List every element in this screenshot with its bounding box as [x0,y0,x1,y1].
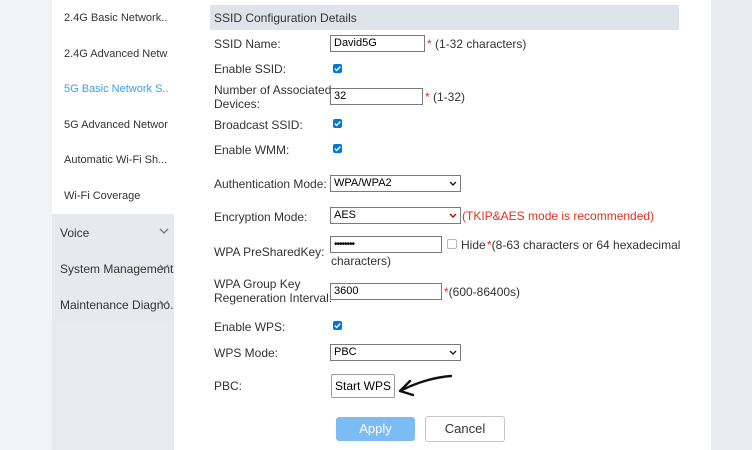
wpa-key-input[interactable]: •••••••• [330,236,442,253]
check-icon [334,66,341,72]
panel-header: SSID Configuration Details [210,5,679,30]
sidebar-category-maintenance[interactable]: Maintenance Diagno... [52,286,180,322]
group-key-hint: *(600-86400s) [444,285,521,299]
sidebar-item-label: 5G Basic Network S... [64,83,168,95]
auth-mode-select[interactable]: WPA/WPA2 PreSharedKe [330,175,461,192]
cancel-button[interactable]: Cancel [425,416,505,442]
hide-key-checkbox[interactable] [447,239,457,249]
arrow-pointer-icon [398,374,453,397]
num-devices-hint: * (1-32) [425,90,466,104]
auth-mode-label: Authentication Mode: [214,177,327,191]
wps-mode-select[interactable]: PBC [330,344,461,361]
sidebar-category-label: Voice [60,226,90,240]
sidebar-item-5g-basic[interactable]: 5G Basic Network S... [52,71,174,107]
wps-mode-value: PBC [334,346,357,358]
wpa-key-hint-cont: characters) [331,254,392,268]
num-devices-input[interactable]: 32 [330,88,423,105]
encryption-mode-select[interactable]: AES [330,207,461,224]
sidebar-category-label: System Management [60,262,174,276]
encryption-mode-label: Encryption Mode: [214,210,308,224]
wpa-key-hint: *(8-63 characters or 64 hexadecimal [487,238,681,252]
check-icon [334,121,341,127]
ssid-name-label: SSID Name: [214,37,281,51]
sidebar-item-24g-advanced[interactable]: 2.4G Advanced Netw... [52,35,174,71]
sidebar-item-label: 2.4G Advanced Netw... [64,48,168,60]
broadcast-ssid-label: Broadcast SSID: [214,118,303,132]
enable-wps-checkbox[interactable] [333,321,342,330]
left-margin [0,0,52,450]
panel-title: SSID Configuration Details [214,11,357,25]
right-gutter [679,0,711,450]
sidebar-item-5g-advanced[interactable]: 5G Advanced Networ... [52,107,174,143]
enable-ssid-checkbox[interactable] [333,64,342,73]
hide-key-label: Hide [461,238,486,252]
group-key-label: WPA Group Key Regeneration Interval: [214,277,333,305]
start-wps-button[interactable]: Start WPS [331,374,395,398]
enable-ssid-label: Enable SSID: [214,62,287,76]
sidebar-item-auto-wifi[interactable]: Automatic Wi-Fi Sh... [52,143,174,179]
chevron-down-icon [448,176,457,191]
auth-mode-value: WPA/WPA2 PreSharedKe [334,177,392,189]
sidebar-item-label: Automatic Wi-Fi Sh... [64,154,168,166]
group-key-input[interactable]: 3600 [330,283,442,300]
encryption-mode-hint: (TKIP&AES mode is recommended) [462,209,655,223]
ssid-name-input[interactable]: David5G [330,35,425,52]
sidebar: 2.4G Basic Network... 2.4G Advanced Netw… [52,0,180,450]
sidebar-item-wifi-coverage[interactable]: Wi-Fi Coverage [52,179,174,214]
wpa-key-label: WPA PreSharedKey: [214,245,325,259]
check-icon [334,146,341,152]
chevron-down-icon [159,298,169,310]
chevron-down-icon [159,226,169,238]
chevron-down-icon [159,262,169,274]
broadcast-ssid-checkbox[interactable] [333,119,342,128]
encryption-mode-value: AES [334,209,357,221]
enable-wmm-label: Enable WMM: [214,143,290,157]
enable-wps-label: Enable WPS: [214,320,286,334]
enable-wmm-checkbox[interactable] [333,144,342,153]
num-devices-label: Number of Associated Devices: [214,83,332,111]
wps-mode-label: WPS Mode: [214,346,279,360]
chevron-down-icon [449,208,457,224]
chevron-down-icon [449,345,457,361]
sidebar-category-system-management[interactable]: System Management [52,250,174,286]
sidebar-item-label: Wi-Fi Coverage [64,190,141,202]
sidebar-item-24g-basic[interactable]: 2.4G Basic Network... [52,0,174,35]
sidebar-item-label: 5G Advanced Networ... [64,119,168,131]
sidebar-category-voice[interactable]: Voice [52,214,174,250]
check-icon [334,323,341,329]
content-gutter [174,0,210,450]
sidebar-item-label: 2.4G Basic Network... [64,12,168,24]
right-margin [711,0,752,450]
apply-button[interactable]: Apply [336,417,415,441]
ssid-name-hint: * (1-32 characters) [427,37,527,51]
pbc-label: PBC: [214,379,243,393]
